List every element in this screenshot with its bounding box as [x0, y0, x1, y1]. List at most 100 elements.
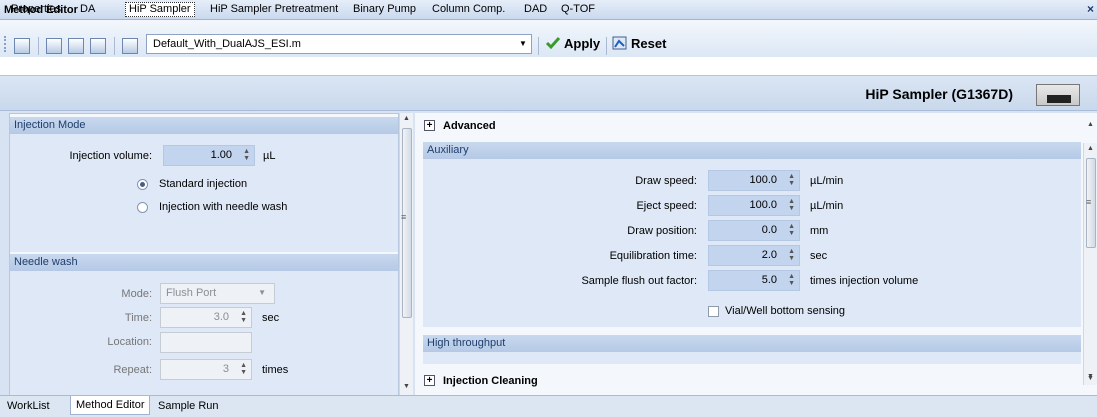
time-input[interactable]: 3.0 ▲ ▼ — [160, 307, 252, 328]
right-panel: + Advanced Auxiliary Draw speed: 100.0 ▲ ▼… — [415, 113, 1097, 395]
reset-icon — [612, 36, 628, 50]
draw-position-label: Draw position: — [627, 225, 697, 237]
scroll-up-icon[interactable]: ▲ — [1087, 121, 1094, 128]
time-unit: sec — [262, 312, 280, 324]
draw-position-value: 0.0 — [761, 224, 777, 236]
spinner-icon[interactable]: ▲ ▼ — [785, 273, 795, 287]
sample-flush-label: Sample flush out factor: — [581, 275, 697, 287]
tab-binary-pump[interactable]: Binary Pump — [350, 3, 419, 18]
sample-flush-unit: times injection volume — [810, 275, 919, 287]
tab-hip-sampler[interactable]: HiP Sampler — [125, 2, 195, 17]
repeat-label: Repeat: — [113, 364, 152, 376]
repeat-value: 3 — [222, 363, 229, 375]
scroll-up-icon[interactable]: ▲ — [1087, 145, 1094, 152]
spinner-icon[interactable]: ▲ ▼ — [785, 248, 795, 262]
standard-injection-radio[interactable] — [137, 179, 148, 190]
module-header: HiP Sampler (G1367D) — [0, 76, 1097, 111]
location-input[interactable] — [160, 332, 252, 353]
tab-worklist[interactable]: WorkList — [2, 399, 55, 415]
report-icon[interactable] — [122, 38, 138, 54]
advanced-bar — [415, 113, 1083, 140]
mode-select[interactable]: Flush Port ▼ — [160, 283, 275, 304]
sample-flush-value: 5.0 — [761, 274, 777, 286]
eject-speed-label: Eject speed: — [636, 200, 697, 212]
method-file-combo[interactable]: Default_With_DualAJS_ESI.m ▼ — [146, 34, 532, 54]
tab-q-tof[interactable]: Q-TOF — [558, 3, 598, 18]
advanced-expander[interactable]: + — [424, 120, 435, 131]
method-file-value: Default_With_DualAJS_ESI.m — [153, 38, 301, 50]
tab-dad[interactable]: DAD — [521, 3, 550, 18]
draw-position-input[interactable]: 0.0 ▲ ▼ — [708, 220, 800, 241]
reset-button[interactable]: Reset — [612, 36, 666, 51]
splitter-grip[interactable]: ≡ — [401, 212, 406, 222]
tab-properties[interactable]: Properties — [8, 3, 64, 18]
home-icon[interactable] — [14, 38, 30, 54]
advanced-title: Advanced — [443, 120, 496, 132]
scroll-down-icon[interactable]: ▼ — [1087, 375, 1094, 382]
module-title: HiP Sampler (G1367D) — [865, 86, 1013, 102]
tab-column-comp[interactable]: Column Comp. — [429, 3, 508, 18]
spinner-icon[interactable]: ▲ ▼ — [785, 223, 795, 237]
spinner-icon[interactable]: ▲ ▼ — [785, 173, 795, 187]
high-throughput-body — [423, 352, 1081, 364]
tab-hip-sampler-pretreatment[interactable]: HiP Sampler Pretreatment — [207, 3, 341, 18]
sample-flush-input[interactable]: 5.0 ▲ ▼ — [708, 270, 800, 291]
vial-bottom-sensing-checkbox[interactable] — [708, 306, 719, 317]
time-value: 3.0 — [213, 311, 229, 323]
time-label: Time: — [124, 312, 152, 324]
spinner-icon[interactable]: ▲ ▼ — [237, 362, 247, 376]
equilibration-time-unit: sec — [810, 250, 828, 262]
chevron-down-icon[interactable]: ▼ — [258, 288, 266, 297]
location-label: Location: — [107, 336, 152, 348]
save-as-icon[interactable] — [90, 38, 106, 54]
toolbar-separator — [38, 37, 39, 55]
open-icon[interactable] — [46, 38, 62, 54]
auxiliary-scrollbar[interactable]: ▲ ▼ — [1083, 143, 1097, 385]
draw-speed-input[interactable]: 100.0 ▲ ▼ — [708, 170, 800, 191]
save-icon[interactable] — [68, 38, 84, 54]
close-icon[interactable]: × — [1087, 2, 1094, 16]
left-panel: Injection Mode Injection volume: 1.00 ▲ ▼… — [9, 113, 399, 395]
injection-mode-header: Injection Mode — [10, 117, 398, 134]
splitter-grip[interactable]: ≡ — [1086, 197, 1091, 207]
chevron-down-icon[interactable]: ▼ — [515, 35, 531, 53]
scroll-up-icon[interactable]: ▲ — [403, 115, 410, 122]
toolbar-separator — [606, 37, 607, 55]
spinner-icon[interactable]: ▲ ▼ — [237, 310, 247, 324]
repeat-input[interactable]: 3 ▲ ▼ — [160, 359, 252, 380]
mode-label: Mode: — [121, 288, 152, 300]
needle-wash-injection-radio[interactable] — [137, 202, 148, 213]
eject-speed-input[interactable]: 100.0 ▲ ▼ — [708, 195, 800, 216]
injection-volume-label: Injection volume: — [69, 150, 152, 162]
toolbar-grip — [4, 36, 6, 52]
needle-wash-header: Needle wash — [10, 254, 398, 271]
high-throughput-header: High throughput — [423, 335, 1081, 352]
apply-label: Apply — [564, 36, 601, 51]
spinner-icon[interactable]: ▲ ▼ — [785, 198, 795, 212]
injection-volume-unit: µL — [263, 150, 276, 162]
module-tabs — [0, 57, 1097, 76]
toolbar-separator — [538, 37, 539, 55]
eject-speed-unit: µL/min — [810, 200, 844, 212]
injection-volume-input[interactable]: 1.00 ▲ ▼ — [163, 145, 255, 166]
scroll-thumb[interactable] — [402, 128, 412, 318]
apply-check-icon — [545, 36, 561, 50]
left-scrollbar[interactable]: ▲ ▼ — [399, 113, 413, 395]
auxiliary-header: Auxiliary — [423, 142, 1081, 159]
injection-cleaning-title: Injection Cleaning — [443, 375, 538, 387]
tab-sample-run[interactable]: Sample Run — [153, 399, 224, 415]
tab-method-editor[interactable]: Method Editor — [70, 396, 151, 415]
spinner-icon[interactable]: ▲ ▼ — [240, 148, 250, 162]
draw-position-unit: mm — [810, 225, 829, 237]
injection-volume-value: 1.00 — [210, 149, 232, 161]
equilibration-time-value: 2.0 — [761, 249, 777, 261]
injection-cleaning-expander[interactable]: + — [424, 375, 435, 386]
equilibration-time-input[interactable]: 2.0 ▲ ▼ — [708, 245, 800, 266]
scroll-down-icon[interactable]: ▼ — [403, 383, 410, 390]
repeat-unit: times — [262, 364, 289, 376]
tab-da[interactable]: DA — [77, 3, 98, 18]
draw-speed-value: 100.0 — [749, 174, 777, 186]
reset-label: Reset — [631, 36, 667, 51]
apply-button[interactable]: Apply — [545, 36, 600, 51]
vial-bottom-sensing-label: Vial/Well bottom sensing — [725, 305, 846, 317]
